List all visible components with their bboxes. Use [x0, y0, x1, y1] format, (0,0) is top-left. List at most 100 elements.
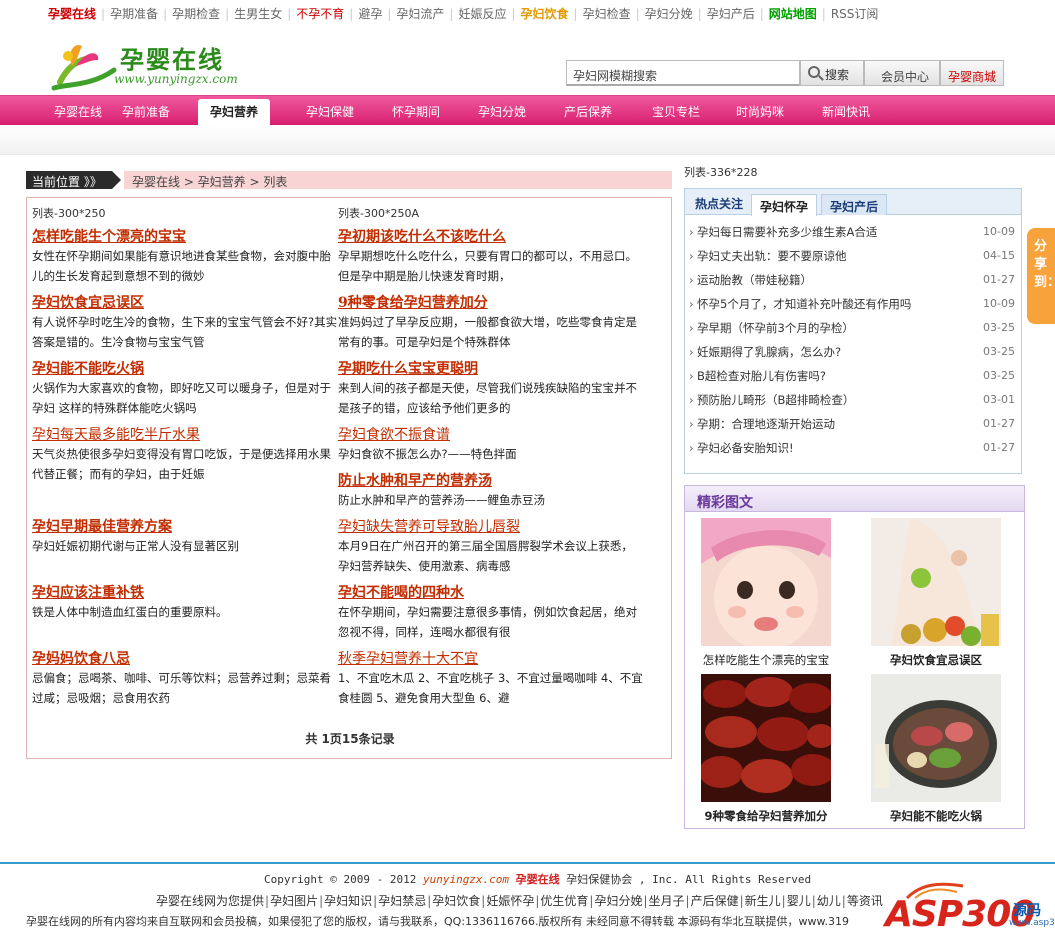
article-title-link[interactable]: 9种零食给孕妇营养加分	[338, 292, 644, 312]
nav-item[interactable]: 孕妇保健	[306, 103, 354, 120]
gallery-caption[interactable]: 孕妇饮食宜忌误区	[871, 652, 1001, 668]
nav-item[interactable]: 孕婴在线	[54, 103, 102, 120]
hot-topics-tab[interactable]: 孕妇怀孕	[751, 194, 818, 216]
hot-topic-title[interactable]: 孕早期（怀孕前3个月的孕检）	[697, 321, 854, 335]
footer-link[interactable]: 等资讯	[847, 894, 883, 908]
hot-topics-tab[interactable]: 孕妇产后	[821, 194, 888, 215]
top-link[interactable]: 孕妇检查	[583, 7, 631, 21]
gallery-caption[interactable]: 9种零食给孕妇营养加分	[701, 808, 831, 824]
hot-topic-title[interactable]: B超检查对胎儿有伤害吗?	[697, 369, 826, 383]
nav-item[interactable]: 孕前准备	[122, 103, 170, 120]
copyright-url[interactable]: yunyingzx.com	[423, 873, 509, 886]
gallery-item[interactable]: 孕妇能不能吃火锅	[871, 674, 1001, 824]
footer-link[interactable]: 孕妇饮食	[432, 894, 480, 908]
footer-link[interactable]: 坐月子	[649, 894, 685, 908]
hot-topic-item[interactable]: 孕早期（怀孕前3个月的孕检） 03-25	[685, 319, 1021, 343]
breadcrumb-path[interactable]: 孕婴在线 > 孕妇营养 > 列表	[124, 171, 672, 189]
top-link[interactable]: 孕期准备	[110, 7, 158, 21]
article-title-link[interactable]: 孕妇每天最多能吃半斤水果	[32, 424, 338, 444]
hot-topic-title[interactable]: 孕妇必备安胎知识!	[697, 441, 794, 455]
hot-topic-title[interactable]: 预防胎儿畸形（B超排畸检查）	[697, 393, 854, 407]
gallery-caption[interactable]: 孕妇能不能吃火锅	[871, 808, 1001, 824]
footer-link[interactable]: 优生优育	[540, 894, 588, 908]
top-link[interactable]: 孕妇饮食	[521, 7, 569, 21]
article-title-link[interactable]: 孕妇能不能吃火锅	[32, 358, 338, 378]
article-title-link[interactable]: 孕妇早期最佳营养方案	[32, 516, 338, 536]
search-input[interactable]: 孕妇网模糊搜索	[566, 60, 800, 86]
hot-topic-item[interactable]: 孕妇丈夫出轨：要不要原谅他 04-15	[685, 247, 1021, 271]
hot-topic-title[interactable]: 孕妇丈夫出轨：要不要原谅他	[697, 249, 847, 263]
breadcrumb: 当前位置 》》 孕婴在线 > 孕妇营养 > 列表	[26, 171, 672, 189]
article-title-link[interactable]: 孕初期该吃什么不该吃什么	[338, 226, 644, 246]
top-link[interactable]: 生男生女	[234, 7, 282, 21]
top-link[interactable]: 孕婴在线	[48, 7, 96, 21]
article-title-link[interactable]: 孕妇应该注重补铁	[32, 582, 338, 602]
article-title-link[interactable]: 孕妈妈饮食八忌	[32, 648, 338, 668]
footer-link[interactable]: 孕妇图片	[270, 894, 318, 908]
hot-topic-item[interactable]: 预防胎儿畸形（B超排畸检查） 03-01	[685, 391, 1021, 415]
article-title-link[interactable]: 防止水肿和早产的营养汤	[338, 470, 644, 490]
article-title-link[interactable]: 孕期吃什么宝宝更聪明	[338, 358, 644, 378]
top-link-separator: |	[387, 7, 392, 21]
footer-link[interactable]: 孕妇禁忌	[378, 894, 426, 908]
nav-item[interactable]: 新闻快讯	[822, 103, 870, 120]
article-list-panel: 列表-300*250 怎样吃能生个漂亮的宝宝 女性在怀孕期间如果能有意识地进食某些…	[26, 197, 672, 759]
nav-item[interactable]: 产后保养	[564, 103, 612, 120]
hot-topic-item[interactable]: 怀孕5个月了，才知道补充叶酸还有作用吗 10-09	[685, 295, 1021, 319]
footer-link[interactable]: 婴儿	[787, 894, 811, 908]
top-link[interactable]: 避孕	[358, 7, 382, 21]
article-summary: 本月9日在广州召开的第三届全国唇腭裂学术会议上获悉，孕妇营养缺失、使用激素、病毒…	[338, 539, 633, 573]
hot-topic-item[interactable]: 孕妇每日需要补充多少维生素A合适 10-09	[685, 223, 1021, 247]
article-summary: 孕早期想吃什么吃什么，只要有胃口的都可以，不用忌口。但是孕中期是胎儿快速发育时期…	[338, 249, 637, 283]
top-link[interactable]: RSS订阅	[831, 7, 879, 21]
hot-topic-item[interactable]: 孕妇必备安胎知识! 01-27	[685, 439, 1021, 463]
red-dates-photo[interactable]	[701, 674, 831, 802]
hot-topic-item[interactable]: 妊娠期得了乳腺病，怎么办? 03-25	[685, 343, 1021, 367]
baby-photo[interactable]	[701, 518, 831, 646]
gallery-item[interactable]: 怎样吃能生个漂亮的宝宝	[701, 518, 831, 668]
hot-topics-box: 热点关注 孕妇怀孕孕妇产后 孕妇每日需要补充多少维生素A合适 10-09 孕妇丈夫出…	[684, 188, 1022, 474]
footer-link[interactable]: 妊娠怀孕	[486, 894, 534, 908]
footer-link[interactable]: 产后保健	[691, 894, 739, 908]
member-center-button[interactable]: 会员中心	[864, 60, 940, 86]
mall-button[interactable]: 孕婴商城	[940, 60, 1004, 86]
nav-item[interactable]: 宝贝专栏	[652, 103, 700, 120]
hot-topic-title[interactable]: 怀孕5个月了，才知道补充叶酸还有作用吗	[697, 297, 911, 311]
top-link[interactable]: 孕妇流产	[396, 7, 444, 21]
nav-item[interactable]: 时尚妈咪	[736, 103, 784, 120]
site-logo[interactable]: 孕婴在线 www.yunyingzx.com	[48, 36, 243, 92]
gallery-item[interactable]: 孕妇饮食宜忌误区	[871, 518, 1001, 668]
nav-item[interactable]: 孕妇营养	[198, 99, 271, 126]
footer-link[interactable]: 孕妇知识	[324, 894, 372, 908]
article-title-link[interactable]: 孕妇饮食宜忌误区	[32, 292, 338, 312]
search-button[interactable]: 搜索	[800, 60, 864, 86]
share-tab[interactable]: 分享到：	[1027, 228, 1055, 324]
footer-link[interactable]: 孕妇分娩	[594, 894, 642, 908]
hot-topic-title[interactable]: 运动胎教（带娃秘籍）	[697, 273, 812, 287]
article-title-link[interactable]: 孕妇缺失营养可导致胎儿唇裂	[338, 516, 644, 536]
article-title-link[interactable]: 秋季孕妇营养十大不宜	[338, 648, 644, 668]
footer-link[interactable]: 新生儿	[745, 894, 781, 908]
gallery-item[interactable]: 9种零食给孕妇营养加分	[701, 674, 831, 824]
hot-topic-title[interactable]: 妊娠期得了乳腺病，怎么办?	[697, 345, 841, 359]
pregnant-woman-fruit-photo[interactable]	[871, 518, 1001, 646]
article-title-link[interactable]: 孕妇食欲不振食谱	[338, 424, 644, 444]
footer-link[interactable]: 幼儿	[817, 894, 841, 908]
top-link[interactable]: 孕妇产后	[707, 7, 755, 21]
gallery-caption[interactable]: 怎样吃能生个漂亮的宝宝	[701, 652, 831, 668]
nav-item[interactable]: 孕妇分娩	[478, 103, 526, 120]
top-link[interactable]: 孕期检查	[172, 7, 220, 21]
hot-topic-item[interactable]: 运动胎教（带娃秘籍） 01-27	[685, 271, 1021, 295]
hot-topic-item[interactable]: B超检查对胎儿有伤害吗? 03-25	[685, 367, 1021, 391]
article-title-link[interactable]: 孕妇不能喝的四种水	[338, 582, 644, 602]
top-link[interactable]: 网站地图	[769, 7, 817, 21]
article-title-link[interactable]: 怎样吃能生个漂亮的宝宝	[32, 226, 338, 246]
top-link[interactable]: 妊娠反应	[458, 7, 506, 21]
top-link[interactable]: 不孕不育	[296, 7, 344, 21]
nav-item[interactable]: 怀孕期间	[392, 103, 440, 120]
top-link[interactable]: 孕妇分娩	[645, 7, 693, 21]
hot-topic-title[interactable]: 孕期：合理地逐渐开始运动	[697, 417, 835, 431]
hot-topic-title[interactable]: 孕妇每日需要补充多少维生素A合适	[697, 225, 877, 239]
hot-topic-item[interactable]: 孕期：合理地逐渐开始运动 01-27	[685, 415, 1021, 439]
hotpot-photo[interactable]	[871, 674, 1001, 802]
